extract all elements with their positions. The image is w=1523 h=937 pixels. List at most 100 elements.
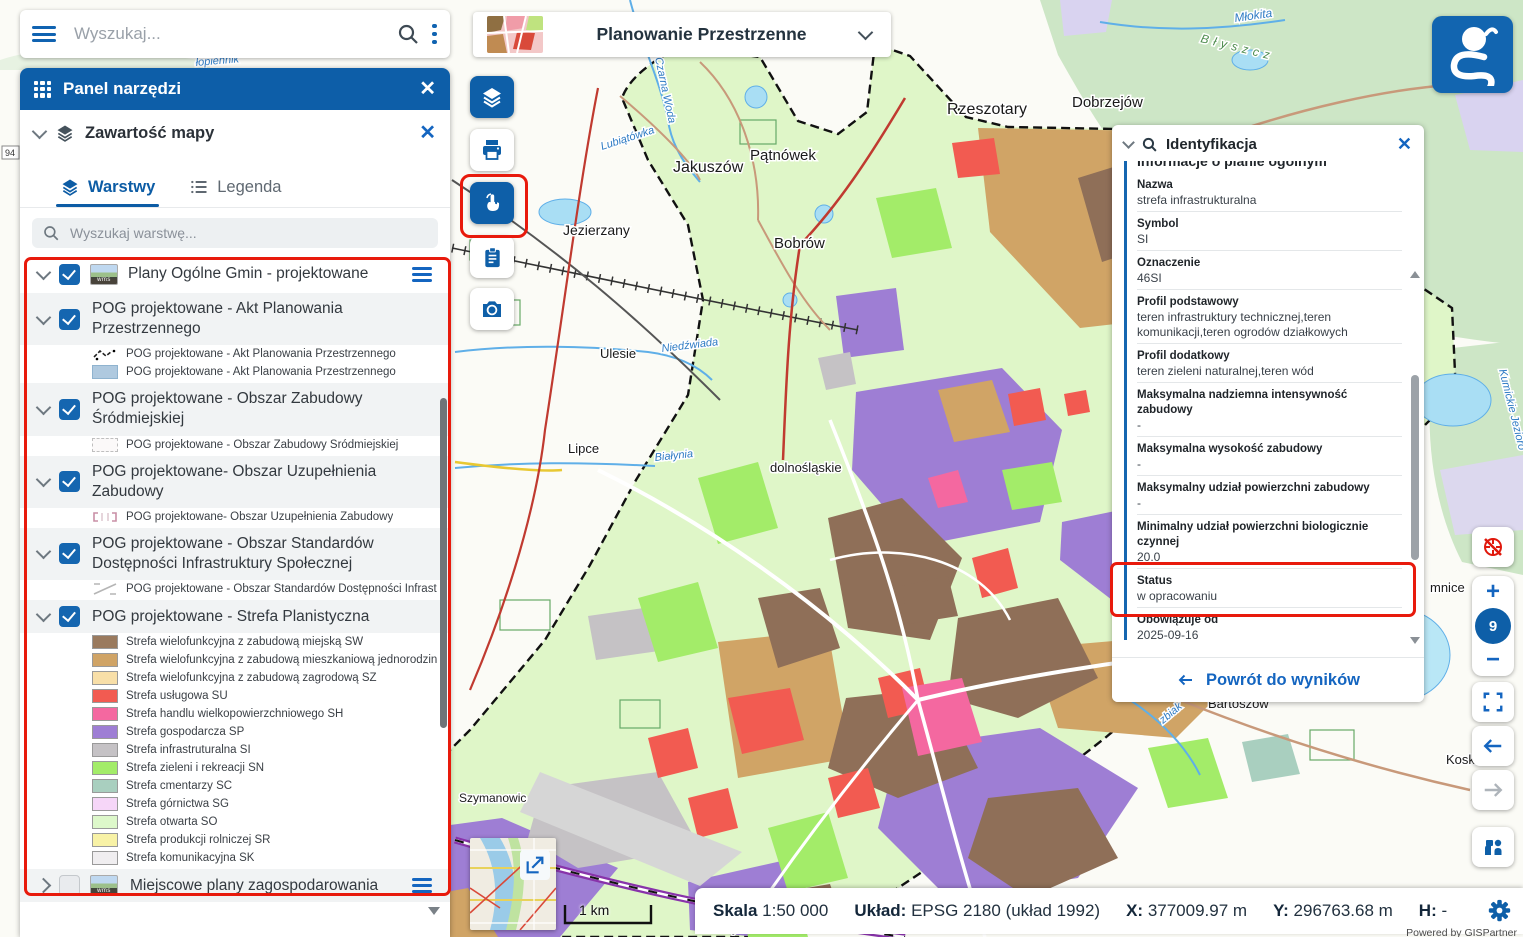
- apps-grid-icon[interactable]: [34, 81, 51, 98]
- layer-checkbox[interactable]: [59, 309, 80, 330]
- back-to-results-button[interactable]: Powrót do wyników: [1112, 657, 1424, 702]
- zoom-out-button[interactable]: −: [1486, 650, 1500, 670]
- legend-symbol-icon: [92, 635, 118, 649]
- layer-row[interactable]: POG projektowane - Strefa Planistyczna: [20, 600, 450, 633]
- layer-row[interactable]: POG projektowane - Akt Planowania Przest…: [20, 293, 450, 345]
- layer-row[interactable]: POG projektowane- Obszar Uzupełnienia Za…: [20, 456, 450, 508]
- menu-hamburger-icon[interactable]: [32, 26, 56, 42]
- chevron-down-icon[interactable]: [36, 400, 52, 416]
- chevron-down-icon[interactable]: [36, 472, 52, 488]
- collaboration-button[interactable]: [1472, 827, 1514, 867]
- layer-row[interactable]: wmsMiejscowe plany zagospodarowania: [20, 869, 450, 902]
- legend-item: Strefa usługowa SU: [20, 687, 450, 705]
- legend-symbol-icon: [92, 779, 118, 793]
- layers-tool-button[interactable]: [470, 76, 514, 118]
- chevron-down-icon[interactable]: [858, 25, 874, 41]
- layer-row[interactable]: POG projektowane - Obszar Standardów Dos…: [20, 528, 450, 580]
- close-identify-icon[interactable]: ✕: [1397, 135, 1412, 153]
- scroll-up-icon[interactable]: [1410, 271, 1420, 278]
- compass-disabled-icon: [1481, 535, 1505, 559]
- map-context-selector[interactable]: Planowanie Przestrzenne: [473, 12, 891, 57]
- layer-checkbox[interactable]: [59, 875, 80, 896]
- identify-tool-button[interactable]: [470, 182, 514, 224]
- powered-by-label: Powered by GISPartner: [1406, 927, 1517, 937]
- next-view-button[interactable]: [1472, 770, 1514, 810]
- tab-layers[interactable]: Warstwy: [60, 167, 155, 207]
- compass-disabled-button[interactable]: [1472, 527, 1514, 567]
- screenshot-tool-button[interactable]: [470, 288, 514, 330]
- settings-button[interactable]: [1486, 897, 1513, 929]
- layer-checkbox[interactable]: [59, 399, 80, 420]
- layer-menu-icon[interactable]: [412, 273, 432, 276]
- layer-label: POG projektowane- Obszar Uzupełnienia Za…: [90, 462, 438, 502]
- chevron-down-icon[interactable]: [1122, 136, 1135, 149]
- chevron-down-icon[interactable]: [36, 544, 52, 560]
- back-to-results-label: Powrót do wyników: [1206, 671, 1360, 690]
- identify-field: Obowiązuje od2025-09-16: [1137, 608, 1402, 640]
- layer-label: Plany Ogólne Gmin - projektowane: [128, 264, 396, 284]
- tools-panel: Panel narzędzi ✕ Zawartość mapy ✕ Warstw…: [20, 68, 450, 937]
- identify-field: Profil podstawowyteren infrastruktury te…: [1137, 290, 1402, 344]
- map-place-label: Pątnówek: [750, 147, 816, 164]
- layer-checkbox[interactable]: [59, 264, 80, 285]
- legend-item: Strefa handlu wielkopowierzchniowego SH: [20, 705, 450, 723]
- crs-value[interactable]: EPSG 2180 (układ 1992): [911, 901, 1100, 920]
- gispartner-logo[interactable]: [1432, 16, 1513, 93]
- legend-label: Strefa wielofunkcyjna z zabudową zagrodo…: [126, 672, 377, 684]
- layer-row[interactable]: wms Plany Ogólne Gmin - projektowane: [20, 258, 450, 291]
- map-place-label: dolnośląskie: [770, 460, 842, 475]
- close-map-content-icon[interactable]: ✕: [419, 123, 436, 143]
- wms-layer-icon: wms: [90, 264, 118, 285]
- scale-value[interactable]: 1:50 000: [762, 901, 828, 920]
- printer-icon: [480, 138, 504, 162]
- layer-label: POG projektowane - Obszar Standardów Dos…: [90, 534, 438, 574]
- legend-symbol-icon: [92, 761, 118, 775]
- identify-scrollbar[interactable]: [1411, 375, 1419, 560]
- layers-icon: [60, 177, 80, 197]
- more-options-icon[interactable]: [432, 24, 438, 45]
- chevron-down-icon[interactable]: [36, 309, 52, 325]
- wms-layer-icon: wms: [90, 875, 118, 896]
- previous-view-button[interactable]: [1472, 726, 1514, 766]
- field-value: strefa infrastrukturalna: [1137, 193, 1402, 208]
- chevron-down-icon[interactable]: [32, 123, 48, 139]
- field-label: Profil podstawowy: [1137, 295, 1402, 310]
- results-tool-button[interactable]: [470, 236, 514, 278]
- legend-symbol-icon: [92, 365, 118, 379]
- arrow-left-icon: [1481, 735, 1505, 757]
- close-panel-icon[interactable]: ✕: [419, 79, 436, 99]
- layer-checkbox[interactable]: [59, 471, 80, 492]
- legend-symbol-icon: [92, 347, 118, 361]
- tab-legend[interactable]: Legenda: [189, 167, 281, 207]
- identify-field: Profil dodatkowyteren zieleni naturalnej…: [1137, 344, 1402, 383]
- legend-symbol-icon: [92, 689, 118, 703]
- legend-symbol-icon: [92, 833, 118, 847]
- layer-row[interactable]: POG projektowane - Obszar Zabudowy Śródm…: [20, 383, 450, 435]
- layer-checkbox[interactable]: [59, 543, 80, 564]
- expand-overview-button[interactable]: [520, 850, 550, 880]
- identify-results[interactable]: Informacje o planie ogólnym Nazwastrefa …: [1124, 161, 1406, 640]
- clipboard-icon: [481, 246, 504, 269]
- legend-symbol-icon: [92, 671, 118, 685]
- layer-menu-icon[interactable]: [412, 884, 432, 887]
- search-input[interactable]: [72, 23, 396, 45]
- legend-label: POG projektowane - Obszar Zabudowy Śródm…: [126, 439, 398, 451]
- scroll-down-icon[interactable]: [428, 907, 440, 915]
- chevron-down-icon[interactable]: [36, 265, 52, 281]
- field-value: SI: [1137, 232, 1402, 247]
- layer-search-input[interactable]: [68, 224, 428, 242]
- search-icon[interactable]: [396, 22, 420, 46]
- map-place-label: Dobrzejów: [1072, 94, 1143, 111]
- zoom-in-button[interactable]: +: [1486, 582, 1500, 602]
- scroll-down-icon[interactable]: [1410, 637, 1420, 644]
- map-place-label: Jezierzany: [563, 222, 630, 238]
- print-tool-button[interactable]: [470, 129, 514, 171]
- fullscreen-button[interactable]: [1472, 682, 1514, 722]
- legend-item: POG projektowane - Akt Planowania Przest…: [20, 345, 450, 363]
- layer-checkbox[interactable]: [59, 606, 80, 627]
- panel-scrollbar[interactable]: [440, 398, 447, 728]
- field-label: Nazwa: [1137, 178, 1402, 193]
- list-icon: [189, 177, 209, 197]
- chevron-down-icon[interactable]: [36, 607, 52, 623]
- chevron-right-icon[interactable]: [36, 878, 52, 894]
